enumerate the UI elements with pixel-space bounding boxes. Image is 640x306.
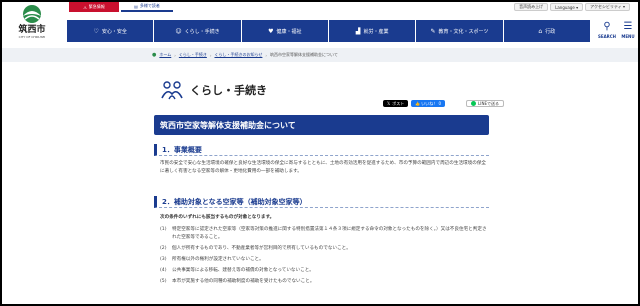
share-x-label: ポスト	[392, 100, 405, 106]
nav-safety[interactable]: ♡ 安心・安全	[67, 20, 154, 42]
share-x-button[interactable]: 𝕏 ポスト	[383, 100, 409, 107]
language-dropdown[interactable]: Language ▾	[550, 3, 584, 11]
logo-subtext: CITY OF CHIKUSEI	[18, 35, 46, 39]
factory-icon: ▟	[355, 27, 361, 35]
site-header: 筑西市 CITY OF CHIKUSEI ⚠ 緊急情報 ▤ 多様で読者 音声読み…	[2, 2, 638, 48]
facebook-like-button[interactable]: 👍 いいね！ 0	[411, 100, 446, 107]
nav-education[interactable]: ✎ 教育・文化・スポーツ	[416, 20, 503, 42]
breadcrumb-current: 筑西市空家等解体支援補助金について	[270, 52, 338, 57]
home-icon: ●	[152, 52, 157, 58]
book-icon: ▤	[134, 3, 138, 9]
list-item: (1) 特定空家等に認定された空家等（空家等対策の推進に関する特別措置法第１４条…	[160, 226, 488, 241]
site-logo[interactable]: 筑西市 CITY OF CHIKUSEI	[10, 4, 54, 46]
nav-industry[interactable]: ▟ 就労・産業	[328, 20, 416, 42]
book-icon: ✎	[430, 27, 436, 35]
breadcrumb-bar: ● ホーム › くらし・手続き › くらし・手続きのお知らせ › 筑西市空家等解…	[2, 48, 638, 62]
nav-health[interactable]: ♥ 健康・福祉	[241, 20, 328, 42]
read-aloud-button[interactable]: 音声読み上げ	[514, 3, 549, 11]
list-item: (2) 個人が所有するものであり、不動産業者等が営利目的で所有しているものでない…	[160, 245, 488, 253]
nav-label: くらし・手続き	[184, 28, 220, 35]
condition-number: (4)	[160, 267, 167, 273]
eligibility-intro: 次の条件のいずれにも該当するものが対象となります。	[160, 215, 275, 220]
breadcrumb-home[interactable]: ホーム	[159, 52, 171, 58]
section-heading-eligibility: 2．補助対象となる空家等（補助対象空家等）	[154, 196, 489, 208]
thumbs-up-icon: 👍	[415, 101, 421, 106]
alert-icon: ⚠	[83, 4, 87, 10]
global-nav: ♡ 安心・安全 ☺ くらし・手続き ♥ 健康・福祉 ▟ 就労・産業 ✎ 教育・文…	[67, 20, 590, 42]
emergency-label: 緊急情報	[88, 4, 105, 9]
hamburger-icon: ☰	[623, 21, 633, 32]
facebook-like-label: いいね！ 0	[421, 100, 442, 106]
city-emblem-icon	[23, 5, 41, 23]
nav-label: 行政	[545, 28, 556, 35]
condition-text: 個人が所有するものであり、不動産業者等が営利目的で所有しているものでないこと。	[172, 245, 351, 251]
list-item: (3) 所有権以外の権利が設定されていないこと。	[160, 256, 488, 264]
section-heading-overview: 1．事業概要	[154, 144, 489, 156]
eligibility-conditions: (1) 特定空家等に認定された空家等（空家等対策の推進に関する特別措置法第１４条…	[160, 226, 488, 289]
line-logo-icon	[471, 101, 477, 106]
nav-administration[interactable]: ⌂ 行政	[503, 20, 590, 42]
logo-text: 筑西市	[18, 25, 46, 35]
x-logo-icon: 𝕏	[387, 101, 391, 106]
heart-icon: ♥	[268, 27, 274, 35]
chevron-right-icon: ›	[265, 52, 268, 58]
nav-label: 安心・安全	[101, 28, 127, 35]
condition-number: (2)	[160, 245, 167, 251]
utility-links: 音声読み上げ Language ▾ アクセシビリティ ▾	[514, 3, 630, 11]
line-share-label: LINEで送る	[478, 100, 499, 106]
building-icon: ⌂	[538, 27, 543, 35]
category-title: くらし・手続き	[190, 84, 267, 97]
share-buttons: 𝕏 ポスト 👍 いいね！ 0 LINEで送る	[383, 100, 504, 107]
nav-label: 就労・産業	[363, 28, 389, 35]
nav-label: 健康・福祉	[276, 28, 302, 35]
family-icon: ☺	[175, 27, 182, 35]
condition-number: (3)	[160, 256, 167, 262]
search-button[interactable]: ⚲ SEARCH	[597, 20, 617, 42]
chevron-right-icon: ›	[209, 52, 212, 58]
menu-label: MENU	[621, 34, 635, 39]
condition-number: (5)	[160, 278, 167, 284]
browser-frame: 筑西市 CITY OF CHIKUSEI ⚠ 緊急情報 ▤ 多様で読者 音声読み…	[0, 0, 640, 306]
multilingual-label: 多様で読者	[139, 3, 160, 8]
section-body-overview: 市民の安全で安心な生活環境の確保と良好な生活環境の保全に寄与するとともに、土地の…	[160, 161, 487, 174]
condition-text: 所有権以外の権利が設定されていないこと。	[172, 256, 264, 262]
family-icon	[161, 81, 183, 100]
condition-text: 特定空家等に認定された空家等（空家等対策の推進に関する特別措置法第１４条３項に規…	[172, 227, 487, 240]
nav-living[interactable]: ☺ くらし・手続き	[154, 20, 241, 42]
search-icon: ⚲	[603, 21, 611, 32]
search-label: SEARCH	[597, 34, 617, 39]
emergency-info-button[interactable]: ⚠ 緊急情報	[69, 2, 119, 12]
accessibility-dropdown[interactable]: アクセシビリティ ▾	[585, 3, 630, 11]
menu-button[interactable]: ☰ MENU	[618, 20, 638, 42]
condition-text: 公共事業等による移転、建替え等の補償の対象となっていないこと。	[172, 267, 314, 273]
line-share-button[interactable]: LINEで送る	[466, 100, 504, 107]
chevron-right-icon: ›	[174, 52, 176, 58]
nav-label: 教育・文化・スポーツ	[438, 28, 489, 35]
breadcrumb-living[interactable]: くらし・手続き	[179, 52, 207, 58]
list-item: (4) 公共事業等による移転、建替え等の補償の対象となっていないこと。	[160, 267, 488, 275]
list-item: (5) 本市が実施する他の同種の補助制度の補助を受けたものでないこと。	[160, 278, 488, 286]
breadcrumb-living-news[interactable]: くらし・手続きのお知らせ	[214, 52, 262, 58]
shield-heart-icon: ♡	[93, 27, 99, 35]
condition-number: (1)	[160, 227, 167, 232]
breadcrumb: ● ホーム › くらし・手続き › くらし・手続きのお知らせ › 筑西市空家等解…	[152, 52, 338, 58]
condition-text: 本市が実施する他の同種の補助制度の補助を受けたものでないこと。	[172, 278, 315, 284]
multilingual-button[interactable]: ▤ 多様で読者	[121, 2, 173, 12]
category-heading: くらし・手続き	[160, 80, 267, 100]
page-title: 筑西市空家等解体支援補助金について	[154, 115, 489, 135]
